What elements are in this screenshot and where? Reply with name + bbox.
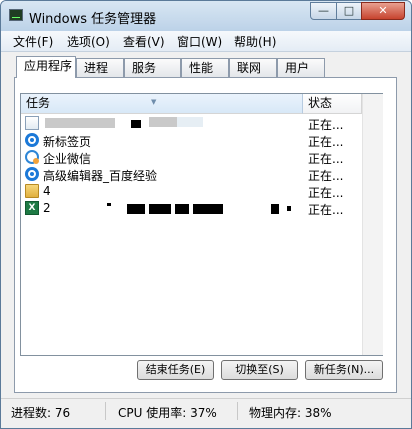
menu-bar: 文件(F) 选项(O) 查看(V) 窗口(W) 帮助(H) <box>1 31 411 52</box>
task-name: 4 <box>43 184 51 198</box>
list-item[interactable]: 正在... <box>21 115 361 132</box>
task-status: 正在... <box>308 135 344 149</box>
redaction-mark <box>175 204 189 214</box>
redaction-mark <box>271 204 279 214</box>
column-header-task[interactable]: 任务 ▼ <box>21 94 303 114</box>
folder-icon <box>25 184 39 198</box>
physical-memory: 物理内存: 38% <box>249 406 332 420</box>
task-status: 正在... <box>308 186 344 200</box>
new-task-button[interactable]: 新任务(N)... <box>305 360 383 380</box>
tab-performance[interactable]: 性能 <box>181 58 229 77</box>
redaction-mark <box>131 120 141 128</box>
wechat-work-icon <box>25 150 39 164</box>
redaction-mark <box>149 204 171 214</box>
status-bar: 进程数: 76 CPU 使用率: 37% 物理内存: 38% <box>1 398 411 428</box>
excel-icon: X <box>25 201 39 215</box>
end-task-button[interactable]: 结束任务(E) <box>137 360 214 380</box>
switch-to-button[interactable]: 切换至(S) <box>221 360 298 380</box>
status-divider <box>105 402 106 420</box>
task-manager-icon <box>9 9 23 21</box>
tab-networking[interactable]: 联网 <box>229 58 277 77</box>
list-item[interactable]: X 2 正在... <box>21 200 361 217</box>
close-button[interactable]: ✕ <box>361 2 405 20</box>
title-bar[interactable]: Windows 任务管理器 — □ ✕ <box>1 1 411 31</box>
column-header-task-label: 任务 <box>26 96 51 110</box>
redaction-mark <box>127 204 145 214</box>
menu-view[interactable]: 查看(V) <box>123 33 165 50</box>
task-status: 正在... <box>308 118 344 132</box>
document-icon <box>25 116 39 130</box>
redaction-mark <box>149 117 177 127</box>
task-status: 正在... <box>308 169 344 183</box>
column-header-status[interactable]: 状态 <box>303 94 362 114</box>
task-name: 新标签页 <box>43 135 92 149</box>
redaction-mark <box>45 118 115 128</box>
list-item[interactable]: 4 正在... <box>21 183 361 200</box>
redaction-mark <box>107 203 111 206</box>
tab-users[interactable]: 用户 <box>277 58 325 77</box>
browser-icon <box>25 167 39 181</box>
tab-processes[interactable]: 进程 <box>76 58 124 77</box>
maximize-button[interactable]: □ <box>336 2 362 20</box>
process-count: 进程数: 76 <box>11 406 71 420</box>
status-divider <box>237 402 238 420</box>
redaction-mark <box>287 206 291 211</box>
list-item[interactable]: 企业微信 正在... <box>21 149 361 166</box>
client-area: 应用程序 进程 服务 性能 联网 用户 任务 ▼ 状态 正在... 新标签页 正… <box>1 52 411 398</box>
tab-services[interactable]: 服务 <box>124 58 181 77</box>
redaction-mark <box>177 117 203 127</box>
minimize-button[interactable]: — <box>310 2 337 20</box>
menu-window[interactable]: 窗口(W) <box>177 33 222 50</box>
task-status: 正在... <box>308 203 344 217</box>
menu-file[interactable]: 文件(F) <box>13 33 53 50</box>
vertical-scrollbar[interactable] <box>362 94 383 355</box>
task-list[interactable]: 任务 ▼ 状态 正在... 新标签页 正在... 企业微信 正在... 高级编辑… <box>20 93 383 356</box>
tab-applications[interactable]: 应用程序 <box>16 56 76 78</box>
list-item[interactable]: 新标签页 正在... <box>21 132 361 149</box>
menu-options[interactable]: 选项(O) <box>67 33 110 50</box>
task-manager-window: Windows 任务管理器 — □ ✕ 文件(F) 选项(O) 查看(V) 窗口… <box>0 0 412 429</box>
task-name: 企业微信 <box>43 152 92 166</box>
task-name: 2 <box>43 201 51 215</box>
task-status: 正在... <box>308 152 344 166</box>
sort-arrow-icon: ▼ <box>151 98 157 106</box>
menu-help[interactable]: 帮助(H) <box>234 33 276 50</box>
window-title: Windows 任务管理器 <box>29 12 157 27</box>
cpu-usage: CPU 使用率: 37% <box>118 406 217 420</box>
browser-icon <box>25 133 39 147</box>
task-name: 高级编辑器_百度经验 <box>43 169 158 183</box>
list-item[interactable]: 高级编辑器_百度经验 正在... <box>21 166 361 183</box>
redaction-mark <box>193 204 223 214</box>
